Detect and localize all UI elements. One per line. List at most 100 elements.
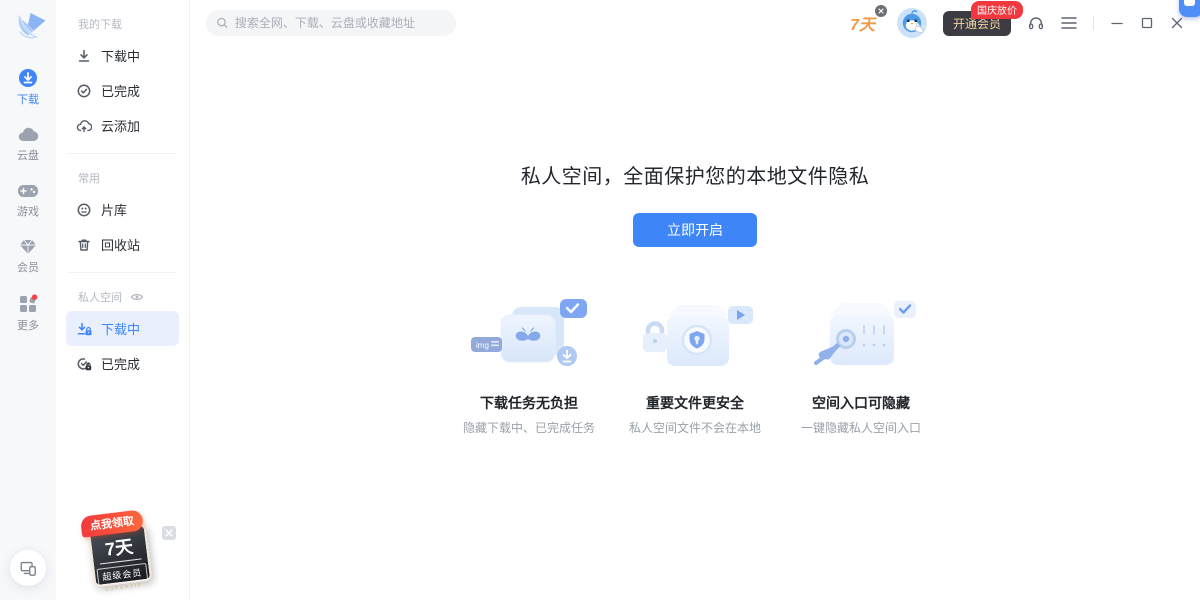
sidebar-item-recycle-bin[interactable]: 回收站 <box>66 227 179 262</box>
sidebar-item-private-downloading[interactable]: 下载中 <box>66 311 179 346</box>
search-input[interactable] <box>235 16 446 30</box>
rail-nav: 下载 云盘 游戏 <box>0 68 56 333</box>
sidebar-item-label: 已完成 <box>101 354 140 373</box>
feature-title: 下载任务无负担 <box>453 393 605 413</box>
trial-days-text: 7天 <box>850 17 875 34</box>
notification-dot <box>32 294 38 300</box>
sidebar-item-label: 片库 <box>101 200 127 219</box>
film-reel-icon <box>76 202 92 218</box>
headset-icon <box>1027 14 1045 32</box>
divider <box>68 153 177 154</box>
devices-icon <box>19 559 37 577</box>
feature-subtitle: 隐藏下载中、已完成任务 <box>453 419 605 436</box>
user-avatar[interactable] <box>897 8 927 38</box>
sidebar-item-film-library[interactable]: 片库 <box>66 192 179 227</box>
rail-label: 会员 <box>17 259 39 275</box>
section-label-private-space: 私人空间 <box>78 289 189 305</box>
open-vip-label: 开通会员 <box>953 17 1001 31</box>
feature-title: 重要文件更安全 <box>619 393 771 413</box>
feature-card-downloads: img 下载任务无负担 隐藏下载中、已完成任务 <box>453 295 605 436</box>
sidebar-item-label: 已完成 <box>101 81 140 100</box>
feature-card-hidden-entry: 空间入口可隐藏 一键隐藏私人空间入口 <box>785 295 937 436</box>
app-window: 下载 云盘 游戏 <box>0 0 1200 600</box>
close-icon <box>878 8 884 14</box>
download-lock-icon <box>76 321 92 337</box>
app-logo-bird-icon <box>8 8 48 48</box>
search-icon <box>216 16 229 30</box>
hidden-entry-illustration <box>796 295 926 380</box>
private-space-intro: 私人空间，全面保护您的本地文件隐私 立即开启 <box>190 160 1200 436</box>
promo-close-button[interactable] <box>162 526 176 540</box>
safe-box-illustration <box>630 295 760 380</box>
page-title: 私人空间，全面保护您的本地文件隐私 <box>190 160 1200 189</box>
vip-promo-tag: 国庆放价 <box>971 1 1023 19</box>
feature-card-security: 重要文件更安全 私人空间文件不会在本地 <box>619 295 771 436</box>
sidebar-item-downloading[interactable]: 下载中 <box>66 38 179 73</box>
trial-days-badge[interactable]: 7天 <box>850 11 881 35</box>
rail-label: 游戏 <box>17 203 39 219</box>
feature-cards: img 下载任务无负担 隐藏下载中、已完成任务 <box>190 295 1200 436</box>
rail-item-more[interactable]: 更多 <box>0 294 56 333</box>
sidebar: 我的下载 下载中 已完成 云添加 常用 <box>56 0 190 600</box>
gamepad-icon <box>17 182 39 200</box>
trash-icon <box>76 237 92 253</box>
trial-close-badge[interactable] <box>875 5 887 17</box>
close-icon <box>1170 16 1184 30</box>
section-label-text: 常用 <box>78 170 100 186</box>
section-label-text: 私人空间 <box>78 289 122 305</box>
sidebar-item-completed[interactable]: 已完成 <box>66 73 179 108</box>
rail-label: 云盘 <box>17 147 39 163</box>
device-transfer-button[interactable] <box>10 550 46 586</box>
floating-corner-widget[interactable] <box>1179 0 1200 17</box>
topbar: 7天 <box>190 0 1200 46</box>
main-area: 7天 <box>190 0 1200 600</box>
minimize-button[interactable] <box>1110 16 1124 30</box>
img-tag-label: img <box>476 341 489 350</box>
check-circle-icon <box>76 83 92 99</box>
sidebar-item-private-completed[interactable]: 已完成 <box>66 346 179 381</box>
close-icon <box>165 529 173 537</box>
search-bar[interactable] <box>206 10 456 36</box>
feature-subtitle: 一键隐藏私人空间入口 <box>785 419 937 436</box>
rail-item-games[interactable]: 游戏 <box>0 182 56 219</box>
promo-ribbon-text: 点我领取 <box>89 515 134 532</box>
feature-subtitle: 私人空间文件不会在本地 <box>619 419 771 436</box>
minimize-icon <box>1110 16 1124 30</box>
download-circle-icon <box>18 68 38 88</box>
sidebar-item-label: 云添加 <box>101 116 140 135</box>
divider <box>1093 16 1094 30</box>
sidebar-item-label: 下载中 <box>101 46 140 65</box>
rail-label: 下载 <box>17 91 39 107</box>
maximize-button[interactable] <box>1140 16 1154 30</box>
check-lock-icon <box>76 356 92 372</box>
enable-now-button[interactable]: 立即开启 <box>633 213 757 247</box>
folders-illustration: img <box>464 295 594 380</box>
hamburger-menu-icon <box>1061 16 1077 30</box>
left-rail: 下载 云盘 游戏 <box>0 0 56 600</box>
section-label-common: 常用 <box>78 170 189 186</box>
sidebar-item-cloud-add[interactable]: 云添加 <box>66 108 179 143</box>
open-vip-button[interactable]: 国庆放价 开通会员 <box>943 11 1011 36</box>
cloud-icon <box>17 126 39 144</box>
promo-days-text: 7天 <box>97 532 142 565</box>
grid-more-icon <box>18 294 38 314</box>
maximize-icon <box>1140 16 1154 30</box>
main-menu-button[interactable] <box>1061 16 1077 30</box>
section-label-text: 我的下载 <box>78 16 122 32</box>
rail-item-cloud-disk[interactable]: 云盘 <box>0 126 56 163</box>
download-tray-icon <box>76 48 92 64</box>
rail-label: 更多 <box>17 317 39 333</box>
diamond-icon <box>18 238 38 256</box>
topbar-right: 7天 <box>850 8 1184 38</box>
feature-title: 空间入口可隐藏 <box>785 393 937 413</box>
customer-service-button[interactable] <box>1027 14 1045 32</box>
eye-visibility-icon[interactable] <box>130 291 144 303</box>
sidebar-item-label: 下载中 <box>101 319 140 338</box>
section-label-my-downloads: 我的下载 <box>78 16 189 32</box>
divider <box>68 272 177 273</box>
cloud-upload-icon <box>76 118 92 134</box>
rail-item-vip[interactable]: 会员 <box>0 238 56 275</box>
close-button[interactable] <box>1170 16 1184 30</box>
rail-item-download[interactable]: 下载 <box>0 68 56 107</box>
sidebar-item-label: 回收站 <box>101 235 140 254</box>
